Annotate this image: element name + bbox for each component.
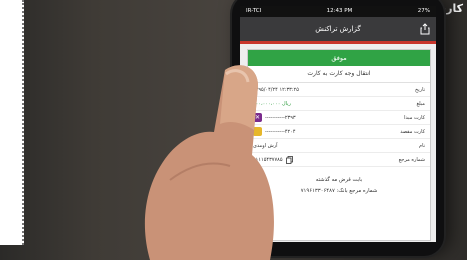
dest-card-label: کارت مقصد bbox=[400, 128, 425, 135]
page-title: گزارش تراکنش bbox=[315, 25, 361, 33]
carrier-label: IR-TCI bbox=[246, 8, 262, 14]
hand-thumb-image bbox=[144, 65, 274, 260]
amount-label: مبلغ bbox=[416, 100, 425, 107]
battery-label: 27% bbox=[417, 8, 430, 14]
reference-label: شماره مرجع bbox=[398, 156, 425, 163]
source-card-label: کارت مبدا bbox=[404, 114, 425, 121]
share-icon[interactable] bbox=[420, 23, 430, 35]
header-accent-line bbox=[240, 41, 436, 44]
name-label: نام bbox=[418, 142, 425, 149]
app-header: گزارش تراکنش bbox=[240, 17, 436, 41]
status-bar: IR-TCI 12:43 PM 27% bbox=[240, 6, 436, 17]
page-left-border bbox=[0, 0, 24, 245]
clock-label: 12:43 PM bbox=[326, 8, 353, 14]
date-label: تاریخ bbox=[415, 86, 425, 93]
